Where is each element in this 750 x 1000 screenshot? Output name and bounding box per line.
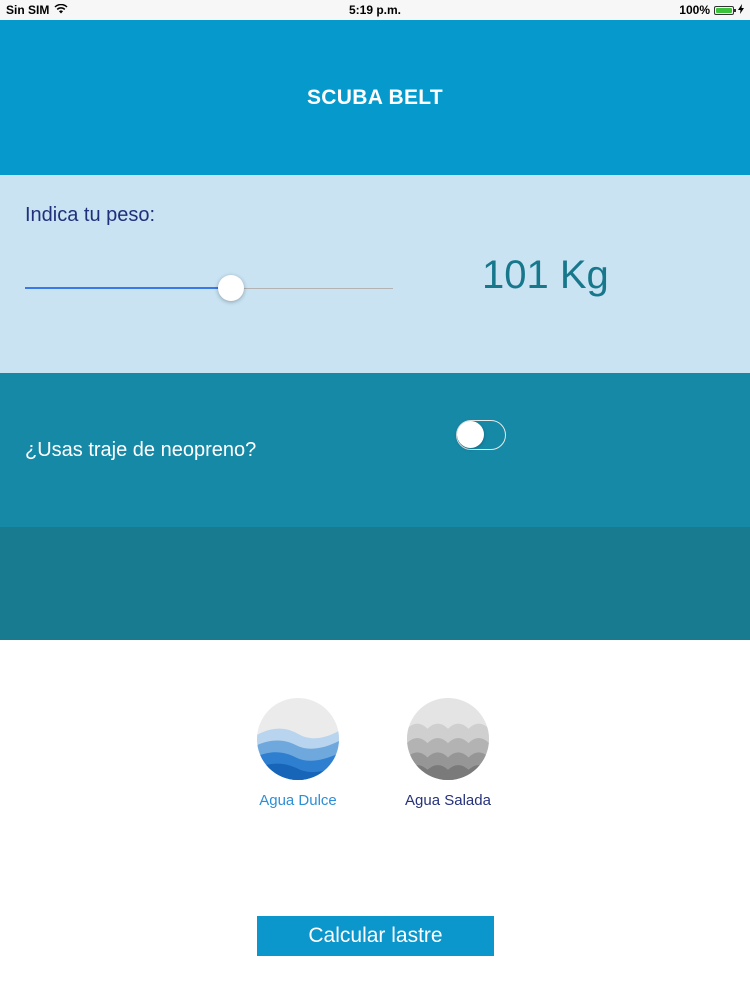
- battery-percentage: 100%: [679, 3, 710, 17]
- neoprene-toggle[interactable]: [456, 420, 506, 450]
- weight-value: 101 Kg: [482, 253, 609, 297]
- neoprene-section: ¿Usas traje de neopreno?: [0, 373, 750, 527]
- decorative-band: [0, 527, 750, 640]
- weight-section: Indica tu peso: 101 Kg: [0, 175, 750, 373]
- salt-water-option[interactable]: Agua Salada: [388, 698, 508, 809]
- salt-water-wave-icon: [388, 698, 508, 780]
- status-right: 100%: [679, 3, 744, 17]
- weight-label: Indica tu peso:: [25, 204, 156, 226]
- toggle-knob: [457, 421, 484, 448]
- fresh-water-option[interactable]: Agua Dulce: [238, 698, 358, 809]
- slider-thumb[interactable]: [218, 275, 245, 301]
- status-time: 5:19 p.m.: [348, 3, 402, 17]
- page-title: SCUBA BELT: [307, 86, 443, 109]
- slider-fill: [25, 287, 232, 289]
- fresh-water-wave-icon: [238, 698, 358, 780]
- weight-slider[interactable]: [25, 275, 393, 303]
- calculate-ballast-button[interactable]: Calcular lastre: [257, 916, 494, 956]
- status-bar: Sin SIM 5:19 p.m. 100%: [0, 0, 750, 20]
- fresh-water-label: Agua Dulce: [259, 792, 337, 809]
- salt-water-label: Agua Salada: [405, 792, 491, 809]
- app-header: SCUBA BELT: [0, 20, 750, 175]
- battery-icon: [714, 5, 736, 15]
- charging-bolt-icon: [738, 3, 744, 17]
- neoprene-label: ¿Usas traje de neopreno?: [25, 439, 257, 461]
